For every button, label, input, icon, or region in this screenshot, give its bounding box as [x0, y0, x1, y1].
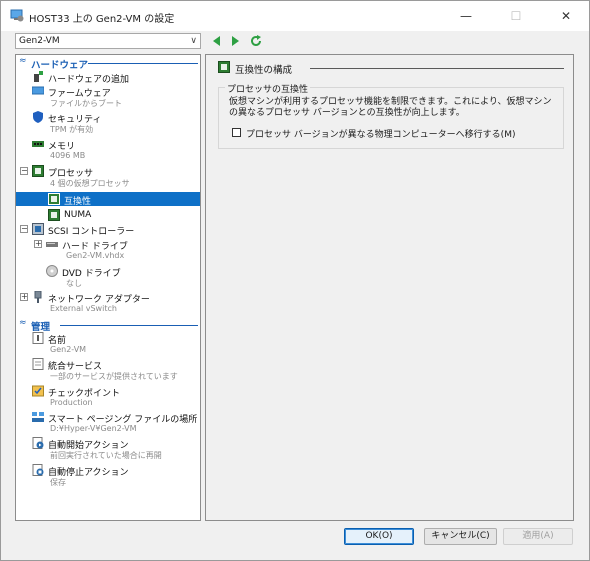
compatibility-icon: [48, 193, 60, 205]
settings-window: HOST33 上の Gen2-VM の設定 — ☐ ✕ Gen2-VM ∨ ≈ …: [0, 0, 590, 561]
network-adapter-icon: [34, 291, 42, 303]
title-bar: HOST33 上の Gen2-VM の設定 — ☐ ✕: [1, 1, 589, 31]
settings-tree: ≈ ハードウェア ハードウェアの追加 ファームウェア ファイルからブート セキュ…: [15, 54, 201, 521]
integration-services-icon: [32, 358, 44, 370]
section-divider: [88, 63, 198, 64]
tree-item-checkpoints[interactable]: チェックポイント Production: [16, 385, 200, 410]
hardware-section-label: ハードウェア: [31, 60, 89, 71]
firmware-icon: [32, 86, 44, 95]
migrate-checkbox-label[interactable]: プロセッサ バージョンが異なる物理コンピューターへ移行する(M): [246, 127, 515, 140]
expand-toggle-icon[interactable]: +: [20, 293, 28, 301]
cancel-button[interactable]: キャンセル(C): [424, 528, 497, 545]
collapse-toggle-icon[interactable]: −: [20, 225, 28, 233]
heading-divider: [310, 68, 564, 69]
tree-item-add-hardware[interactable]: ハードウェアの追加: [16, 71, 200, 85]
tree-item-sub: ファイルからブート: [50, 99, 122, 108]
automatic-start-icon: [32, 437, 44, 449]
tree-item-sub: 一部のサービスが提供されています: [50, 372, 178, 381]
compatibility-icon: [218, 61, 230, 73]
collapse-toggle-icon[interactable]: −: [20, 167, 28, 175]
checkpoint-icon: [32, 385, 44, 397]
minimize-button[interactable]: —: [451, 5, 481, 27]
vm-select[interactable]: Gen2-VM ∨: [15, 33, 201, 49]
name-icon: [32, 332, 44, 344]
tree-item-sub: Gen2-VM.vhdx: [66, 251, 125, 260]
tree-item-sub: External vSwitch: [50, 304, 117, 313]
section-divider: [60, 325, 198, 326]
tree-item-hard-drive[interactable]: + ハード ドライブ Gen2-VM.vhdx: [16, 238, 200, 263]
shield-icon: [33, 111, 43, 123]
chevron-down-icon: ∨: [190, 36, 197, 46]
tree-item-label: SCSI コントローラー: [48, 227, 135, 237]
group-title: プロセッサの互換性: [225, 82, 311, 95]
smart-paging-icon: [32, 412, 44, 422]
apply-button[interactable]: 適用(A): [503, 528, 573, 545]
next-arrow-icon[interactable]: [228, 34, 242, 48]
tree-item-sub: 保存: [50, 478, 66, 487]
details-heading: 互換性の構成: [235, 65, 293, 76]
tree-item-scsi-controller[interactable]: − SCSI コントローラー: [16, 223, 200, 237]
tree-item-sub: Production: [50, 398, 93, 407]
tree-item-sub: 4 個の仮想プロセッサ: [50, 179, 130, 188]
memory-icon: [32, 141, 44, 147]
tree-item-network-adapter[interactable]: + ネットワーク アダプター External vSwitch: [16, 291, 200, 316]
ok-button[interactable]: OK(O): [344, 528, 414, 545]
tree-item-sub: TPM が有効: [50, 125, 94, 134]
tree-item-name[interactable]: 名前 Gen2-VM: [16, 332, 200, 357]
dvd-drive-icon: [46, 265, 58, 277]
management-section-header[interactable]: ≈ 管理: [16, 318, 200, 333]
expand-toggle-icon[interactable]: +: [34, 240, 42, 248]
tree-item-label: 互換性: [64, 197, 92, 207]
tree-item-sub: D:¥Hyper-V¥Gen2-VM: [50, 424, 137, 433]
tree-item-sub: 4096 MB: [50, 151, 86, 160]
add-hardware-icon: [34, 71, 43, 82]
tree-item-sub: 前回実行されていた場合に再開: [50, 451, 162, 460]
tree-item-firmware[interactable]: ファームウェア ファイルからブート: [16, 85, 200, 110]
refresh-icon[interactable]: [249, 34, 263, 48]
maximize-button[interactable]: ☐: [501, 5, 531, 27]
collapse-icon: ≈: [19, 318, 27, 328]
collapse-icon: ≈: [19, 56, 27, 66]
tree-item-numa[interactable]: NUMA: [16, 208, 200, 222]
migrate-different-processor-checkbox[interactable]: [232, 128, 241, 137]
management-section-label: 管理: [31, 322, 51, 333]
processor-icon: [32, 165, 44, 177]
previous-arrow-icon[interactable]: [210, 34, 224, 48]
tree-item-sub: なし: [66, 279, 82, 288]
close-button[interactable]: ✕: [551, 5, 581, 27]
tree-item-sub: Gen2-VM: [50, 345, 87, 354]
automatic-stop-icon: [32, 464, 44, 476]
hardware-section-header[interactable]: ≈ ハードウェア: [16, 56, 200, 71]
tree-item-compatibility[interactable]: 互換性: [16, 192, 200, 207]
tree-item-dvd-drive[interactable]: DVD ドライブ なし: [16, 265, 200, 290]
window-title: HOST33 上の Gen2-VM の設定: [29, 14, 175, 25]
tree-item-smart-paging[interactable]: スマート ページング ファイルの場所 D:¥Hyper-V¥Gen2-VM: [16, 411, 200, 436]
tree-item-memory[interactable]: メモリ 4096 MB: [16, 138, 200, 163]
tree-item-automatic-stop[interactable]: 自動停止アクション 保存: [16, 464, 200, 489]
processor-compatibility-group: プロセッサの互換性 仮想マシンが利用するプロセッサ機能を制限できます。これにより…: [218, 82, 564, 149]
details-header: 互換性の構成: [218, 61, 568, 76]
tree-item-label: NUMA: [64, 210, 92, 220]
tree-item-security[interactable]: セキュリティ TPM が有効: [16, 111, 200, 136]
vm-settings-icon: [10, 9, 24, 22]
hard-drive-icon: [46, 242, 58, 247]
vm-select-value: Gen2-VM: [19, 36, 60, 46]
tree-item-processor[interactable]: − プロセッサ 4 個の仮想プロセッサ: [16, 165, 200, 190]
toolbar: Gen2-VM ∨: [1, 31, 589, 53]
group-description: 仮想マシンが利用するプロセッサ機能を制限できます。これにより、仮想マシンの異なる…: [229, 97, 552, 118]
details-pane: 互換性の構成 プロセッサの互換性 仮想マシンが利用するプロセッサ機能を制限できま…: [205, 54, 574, 521]
tree-item-label: ハードウェアの追加: [48, 75, 130, 85]
tree-item-automatic-start[interactable]: 自動開始アクション 前回実行されていた場合に再開: [16, 437, 200, 462]
scsi-controller-icon: [32, 223, 44, 235]
numa-icon: [48, 209, 60, 221]
tree-item-integration-services[interactable]: 統合サービス 一部のサービスが提供されています: [16, 358, 200, 383]
